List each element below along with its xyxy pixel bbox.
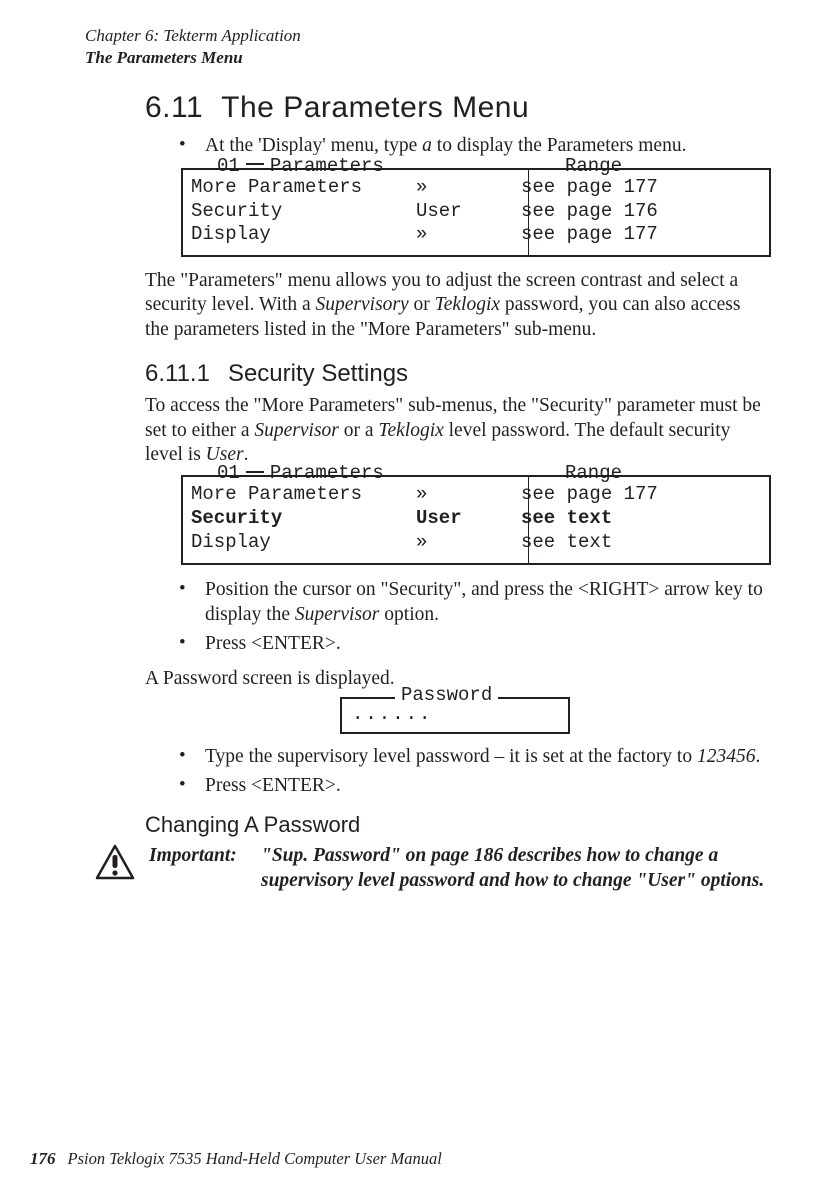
cell-range: see page 177 [521,176,741,200]
item-text-tail: . [755,746,760,767]
table-row: Display » see text [191,531,761,555]
item-emph: Supervisor [295,604,380,625]
cell-range: see text [521,531,741,555]
cell-value: » [416,223,521,247]
cell-value: User [416,200,521,224]
menu-divider-vertical [528,170,529,255]
menu-inner: More Parameters » see page 177 Security … [181,475,771,564]
item-text: Type the supervisory level password – it… [205,746,697,767]
item-text: Position the cursor on "Security", and p… [205,579,763,625]
inline-heading: Changing A Password [145,812,765,838]
running-header-line1: Chapter 6: Tekterm Application [85,25,765,46]
table-row: Display » see page 177 [191,223,761,247]
subsection-title: Security Settings [228,360,408,387]
password-box: Password ...... [340,697,570,734]
table-row: More Parameters » see page 177 [191,483,761,507]
text-emph: Teklogix [435,294,500,315]
item-emph: 123456 [697,746,756,767]
text-run: or a [339,420,379,441]
cell-value: User [416,507,521,531]
callout-message: "Sup. Password" on page 186 describes ho… [261,844,765,893]
cell-name: Security [191,507,416,531]
cell-name: Security [191,200,416,224]
text-emph: Teklogix [378,420,443,441]
text-emph: Supervisory [316,294,409,315]
warning-icon [95,844,135,880]
cell-name: Display [191,531,416,555]
section-title: The Parameters Menu [221,91,529,124]
callout-label: Important: [149,844,261,893]
item-text: At the 'Display' menu, type [205,135,422,156]
cell-name: More Parameters [191,483,416,507]
bullet-list-2: Position the cursor on "Security", and p… [145,577,765,657]
item-text-tail: to display the Parameters menu. [432,135,687,156]
paragraph: To access the "More Parameters" sub-menu… [145,394,765,467]
page-footer: 176 Psion Teklogix 7535 Hand-Held Compute… [30,1149,442,1169]
item-text: Press <ENTER>. [205,633,341,654]
text-run: or [409,294,435,315]
running-header: Chapter 6: Tekterm Application The Param… [85,25,765,69]
list-item: Press <ENTER>. [145,773,765,798]
subsection-number: 6.11.1 [145,360,210,387]
item-text: Press <ENTER>. [205,775,341,796]
footer-text: Psion Teklogix 7535 Hand-Held Computer U… [68,1149,442,1168]
list-item: Press <ENTER>. [145,631,765,656]
parameters-menu-2: 01Parameters Range More Parameters » see… [181,475,765,564]
text-emph: Supervisor [254,420,339,441]
cell-range: see page 177 [521,223,741,247]
password-legend: Password [395,684,498,706]
subsection-heading: 6.11.1 Security Settings [145,360,765,388]
section-heading: 6.11 The Parameters Menu [145,91,765,125]
cell-name: More Parameters [191,176,416,200]
menu-inner: More Parameters » see page 177 Security … [181,168,771,257]
item-text-tail: option. [379,604,439,625]
important-callout: Important: "Sup. Password" on page 186 d… [95,844,765,893]
item-emph: a [422,135,432,156]
page-number: 176 [30,1149,56,1168]
callout-text: Important: "Sup. Password" on page 186 d… [149,844,765,893]
cell-value: » [416,176,521,200]
table-row: Security User see text [191,507,761,531]
paragraph: The "Parameters" menu allows you to adju… [145,269,765,342]
cell-range: see page 176 [521,200,741,224]
list-item: Type the supervisory level password – it… [145,744,765,769]
table-row: Security User see page 176 [191,200,761,224]
parameters-menu-1: 01Parameters Range More Parameters » see… [181,168,765,257]
cell-value: » [416,483,521,507]
section-number: 6.11 [145,91,203,124]
list-item: Position the cursor on "Security", and p… [145,577,765,628]
main-column: 6.11 The Parameters Menu At the 'Display'… [85,91,765,894]
cell-name: Display [191,223,416,247]
password-box-wrap: Password ...... [145,697,765,734]
menu-box: 01Parameters Range More Parameters » see… [181,475,771,564]
table-row: More Parameters » see page 177 [191,176,761,200]
cell-value: » [416,531,521,555]
cell-range: see text [521,507,741,531]
bullet-list-3: Type the supervisory level password – it… [145,744,765,799]
menu-divider-vertical [528,477,529,562]
cell-range: see page 177 [521,483,741,507]
menu-box: 01Parameters Range More Parameters » see… [181,168,771,257]
running-header-line2: The Parameters Menu [85,47,765,68]
document-page: Chapter 6: Tekterm Application The Param… [0,0,830,1197]
